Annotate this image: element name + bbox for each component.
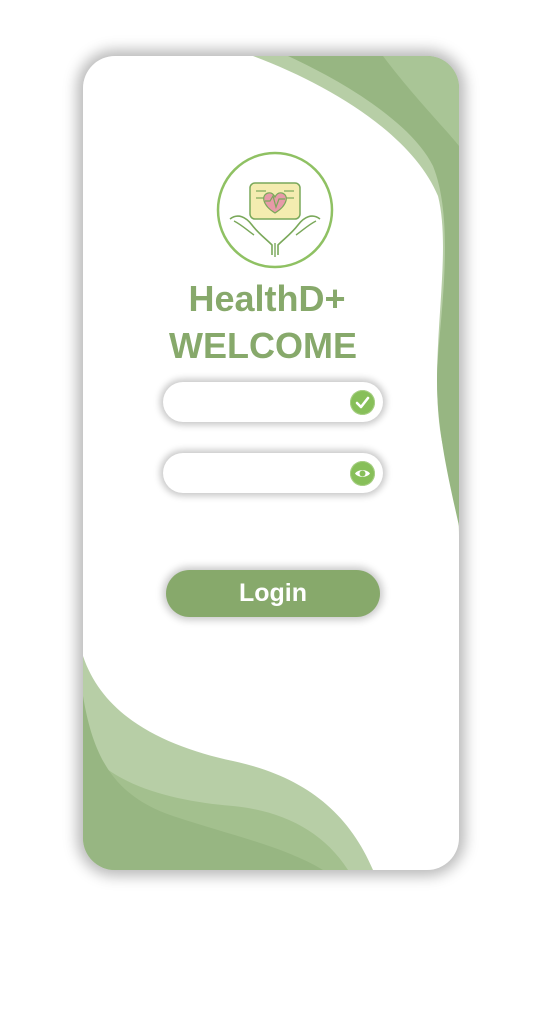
health-logo-icon <box>216 151 334 269</box>
phone-frame: HealthD+ WELCOME Login <box>83 56 459 870</box>
screen: HealthD+ WELCOME Login <box>0 0 540 1014</box>
username-input[interactable] <box>177 390 341 416</box>
app-name: HealthD+ <box>188 278 346 319</box>
welcome-heading: WELCOME <box>169 325 357 366</box>
check-circle-icon <box>350 390 375 415</box>
login-button[interactable]: Login <box>166 570 380 617</box>
password-input[interactable] <box>177 461 341 487</box>
password-field[interactable] <box>163 453 383 493</box>
username-field[interactable] <box>163 382 383 422</box>
eye-icon[interactable] <box>350 461 375 486</box>
